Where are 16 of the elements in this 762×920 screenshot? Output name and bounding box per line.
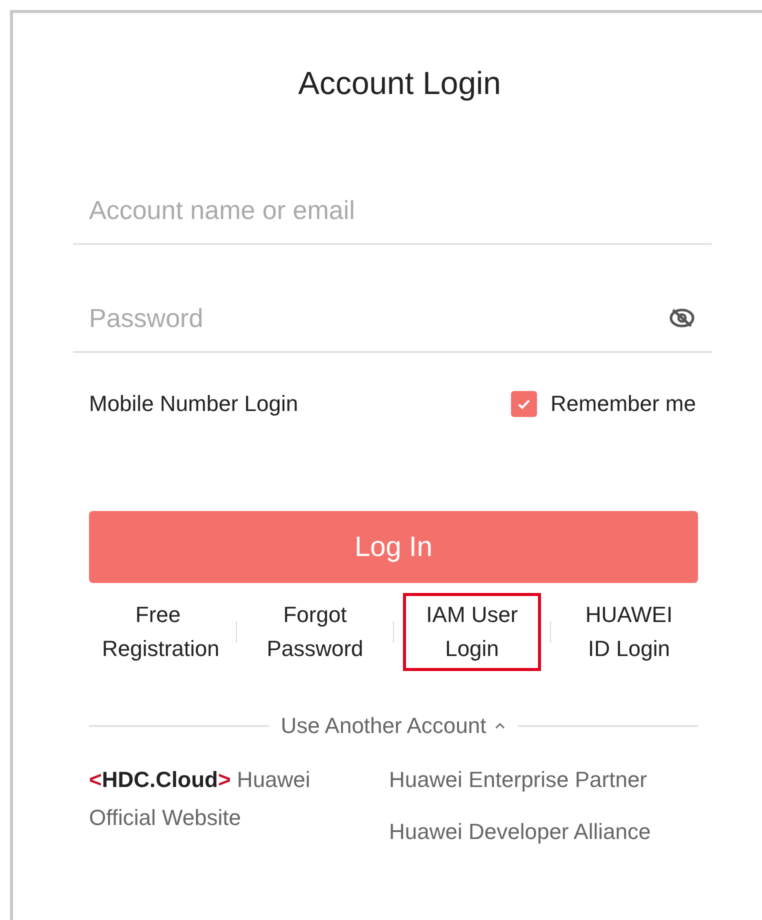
login-option-link[interactable]: IAM User Login — [403, 593, 541, 671]
another-account-toggle[interactable]: Use Another Account — [280, 713, 506, 739]
remember-label: Remember me — [550, 391, 696, 417]
caret-up-icon[interactable] — [494, 721, 506, 731]
account-link[interactable]: Huawei Enterprise Partner — [389, 761, 689, 799]
hidden-eye-icon[interactable] — [668, 306, 696, 330]
account-link[interactable]: Huawei Developer Alliance — [389, 813, 689, 851]
account-link[interactable]: <HDC.Cloud> Huawei Official Website — [89, 761, 339, 837]
account-field[interactable]: Account name or email — [89, 194, 696, 226]
password-field[interactable]: Password — [89, 302, 668, 334]
login-option-link[interactable]: Forgot Password — [246, 593, 384, 671]
login-option-link[interactable]: HUAWEI ID Login — [560, 593, 698, 671]
login-title: Account Login — [297, 65, 502, 102]
mobile-login-link[interactable]: Mobile Number Login — [89, 391, 298, 417]
login-option-link[interactable]: Free Registration — [89, 593, 227, 671]
remember-checkbox[interactable] — [510, 391, 537, 417]
